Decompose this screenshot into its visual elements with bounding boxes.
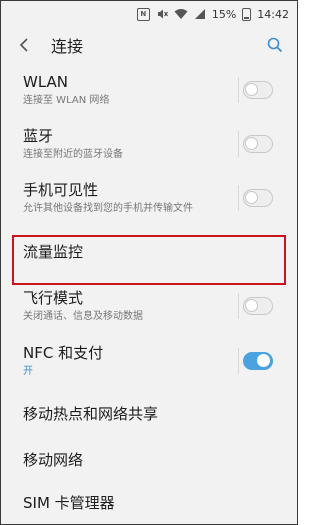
setting-item-data-usage[interactable]: 流量监控: [1, 225, 297, 279]
divider: [238, 348, 239, 374]
search-icon[interactable]: [265, 35, 285, 55]
back-arrow-icon[interactable]: [19, 35, 37, 55]
signal-icon: [194, 8, 206, 20]
mute-icon: [156, 8, 168, 20]
setting-item-airplane-mode[interactable]: 飞行模式 关闭通话、信息及移动数据: [1, 279, 297, 333]
battery-icon: [242, 7, 252, 21]
page-title: 连接: [51, 37, 84, 56]
wlan-toggle[interactable]: [243, 81, 273, 99]
setting-label: 移动热点和网络共享: [23, 404, 159, 423]
toggle-knob: [245, 190, 258, 204]
setting-label: 流量监控: [23, 242, 84, 261]
setting-item-bluetooth[interactable]: 蓝牙 连接至附近的蓝牙设备: [1, 117, 297, 170]
divider: [238, 77, 239, 103]
divider: [238, 184, 239, 211]
setting-item-hotspot-tethering[interactable]: 移动热点和网络共享: [1, 389, 297, 439]
battery-percent: 15%: [211, 7, 237, 21]
nfc-toggle[interactable]: [243, 352, 273, 370]
phone-visibility-toggle[interactable]: [243, 188, 273, 207]
setting-item-wlan[interactable]: WLAN 连接至 WLAN 网络: [1, 63, 297, 117]
bluetooth-toggle[interactable]: [243, 134, 273, 153]
phone-screen: N 15% 14:42 连接 WLAN 连接至 WLAN 网络 蓝牙 连接至附近…: [0, 0, 298, 525]
toggle-knob: [257, 354, 270, 367]
toggle-knob: [245, 136, 258, 150]
setting-item-nfc-payment[interactable]: NFC 和支付 开: [1, 333, 297, 389]
status-time: 14:42: [257, 7, 289, 21]
settings-list: WLAN 连接至 WLAN 网络 蓝牙 连接至附近的蓝牙设备 手机可见性 允许其…: [1, 63, 297, 524]
airplane-mode-toggle[interactable]: [243, 297, 273, 315]
app-header: 连接: [1, 27, 297, 63]
divider: [238, 130, 239, 157]
setting-item-phone-visibility[interactable]: 手机可见性 允许其他设备找到您的手机并传输文件: [1, 170, 297, 225]
wifi-icon: [174, 8, 188, 20]
setting-label: SIM 卡管理器: [23, 493, 115, 512]
setting-item-mobile-network[interactable]: 移动网络: [1, 439, 297, 481]
toggle-knob: [245, 83, 258, 96]
toggle-knob: [245, 299, 258, 312]
nfc-icon: N: [136, 7, 150, 21]
setting-label: 移动网络: [23, 450, 84, 469]
setting-item-sim-manager[interactable]: SIM 卡管理器: [1, 481, 297, 524]
divider: [238, 293, 239, 319]
status-bar: N 15% 14:42: [1, 1, 297, 27]
